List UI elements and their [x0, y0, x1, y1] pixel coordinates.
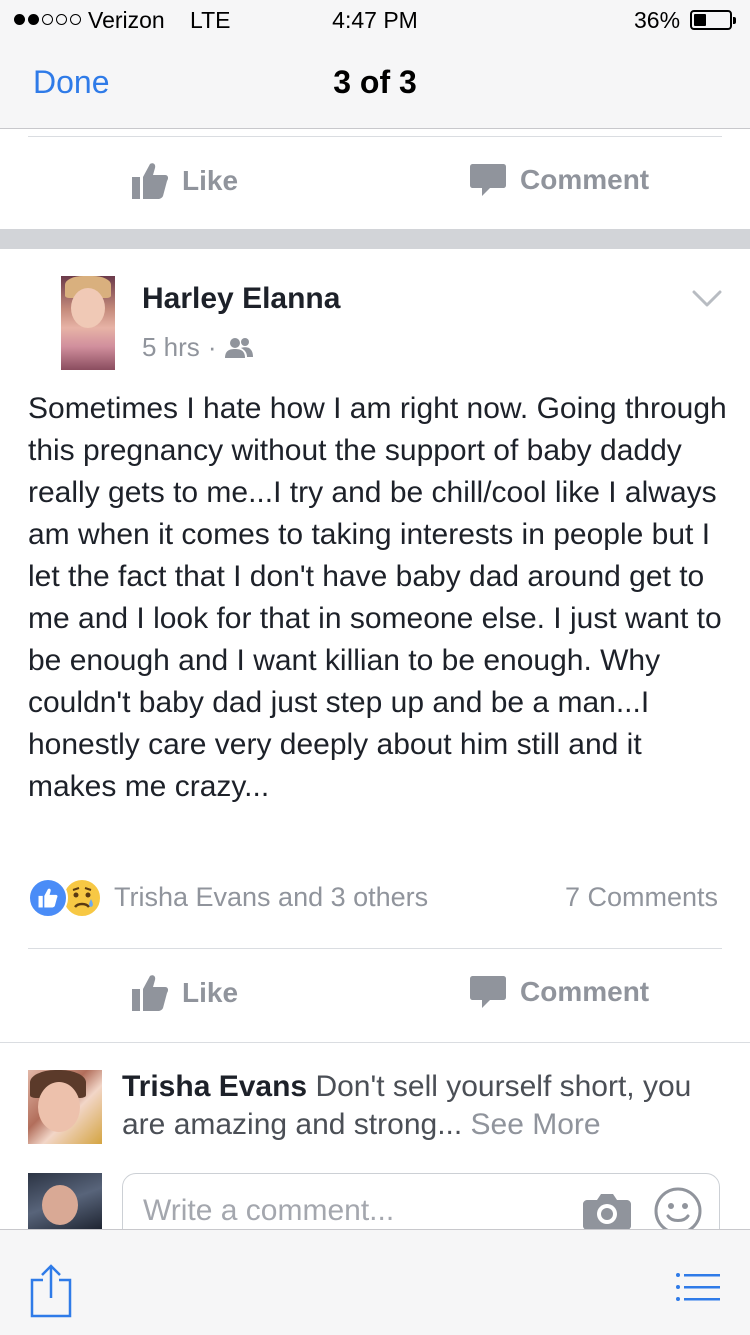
divider	[28, 948, 722, 949]
sad-reaction-icon	[62, 878, 102, 918]
comment-button[interactable]: Comment	[470, 974, 649, 1010]
like-label: Like	[182, 165, 239, 196]
divider	[0, 1042, 750, 1043]
comment-label: Comment	[520, 164, 650, 195]
battery-percent: 36%	[634, 7, 681, 33]
like-button-prev[interactable]: Like	[132, 162, 238, 200]
comment-author[interactable]: Trisha Evans	[122, 1070, 307, 1103]
comment-placeholder: Write a comment...	[143, 1194, 395, 1227]
feed-separator	[0, 229, 750, 249]
page-indicator: 3 of 3	[333, 64, 417, 100]
current-user-avatar	[28, 1173, 102, 1229]
list-icon[interactable]	[676, 1272, 720, 1302]
meta-separator: ·	[207, 332, 217, 362]
like-reaction-icon	[28, 878, 68, 918]
comment-bubble-icon	[470, 976, 506, 1008]
thumbs-up-icon	[132, 975, 168, 1011]
poster-avatar[interactable]	[61, 276, 115, 370]
comments-count[interactable]: 7 Comments	[565, 882, 718, 913]
commenter-avatar[interactable]	[28, 1070, 102, 1144]
chevron-down-icon[interactable]	[692, 290, 722, 308]
comment-label: Comment	[520, 976, 650, 1007]
top-navigation-bar: Verizon LTE 4:47 PM 36% Done 3 of 3	[0, 0, 750, 129]
poster-name[interactable]: Harley Elanna	[142, 282, 340, 316]
post-text: Sometimes I hate how I am right now. Goi…	[28, 392, 727, 803]
camera-icon[interactable]	[583, 1192, 631, 1230]
post-timestamp[interactable]: 5 hrs	[142, 332, 200, 363]
comment-item: Trisha Evans Don't sell yourself short, …	[122, 1068, 732, 1144]
see-more-link[interactable]: See More	[471, 1108, 601, 1141]
reaction-icons[interactable]	[28, 878, 102, 918]
reactions-summary[interactable]: Trisha Evans and 3 others	[114, 882, 428, 913]
divider	[28, 136, 722, 137]
thumbs-up-icon	[132, 163, 168, 199]
friends-icon	[225, 337, 254, 358]
share-icon[interactable]	[30, 1264, 72, 1318]
bottom-toolbar	[0, 1229, 750, 1335]
comment-button-prev[interactable]: Comment	[470, 162, 649, 198]
post-meta: 5 hrs ·	[142, 332, 254, 363]
like-button[interactable]: Like	[132, 974, 238, 1012]
comment-bubble-icon	[470, 164, 506, 196]
battery-icon	[690, 10, 736, 30]
like-label: Like	[182, 977, 239, 1008]
